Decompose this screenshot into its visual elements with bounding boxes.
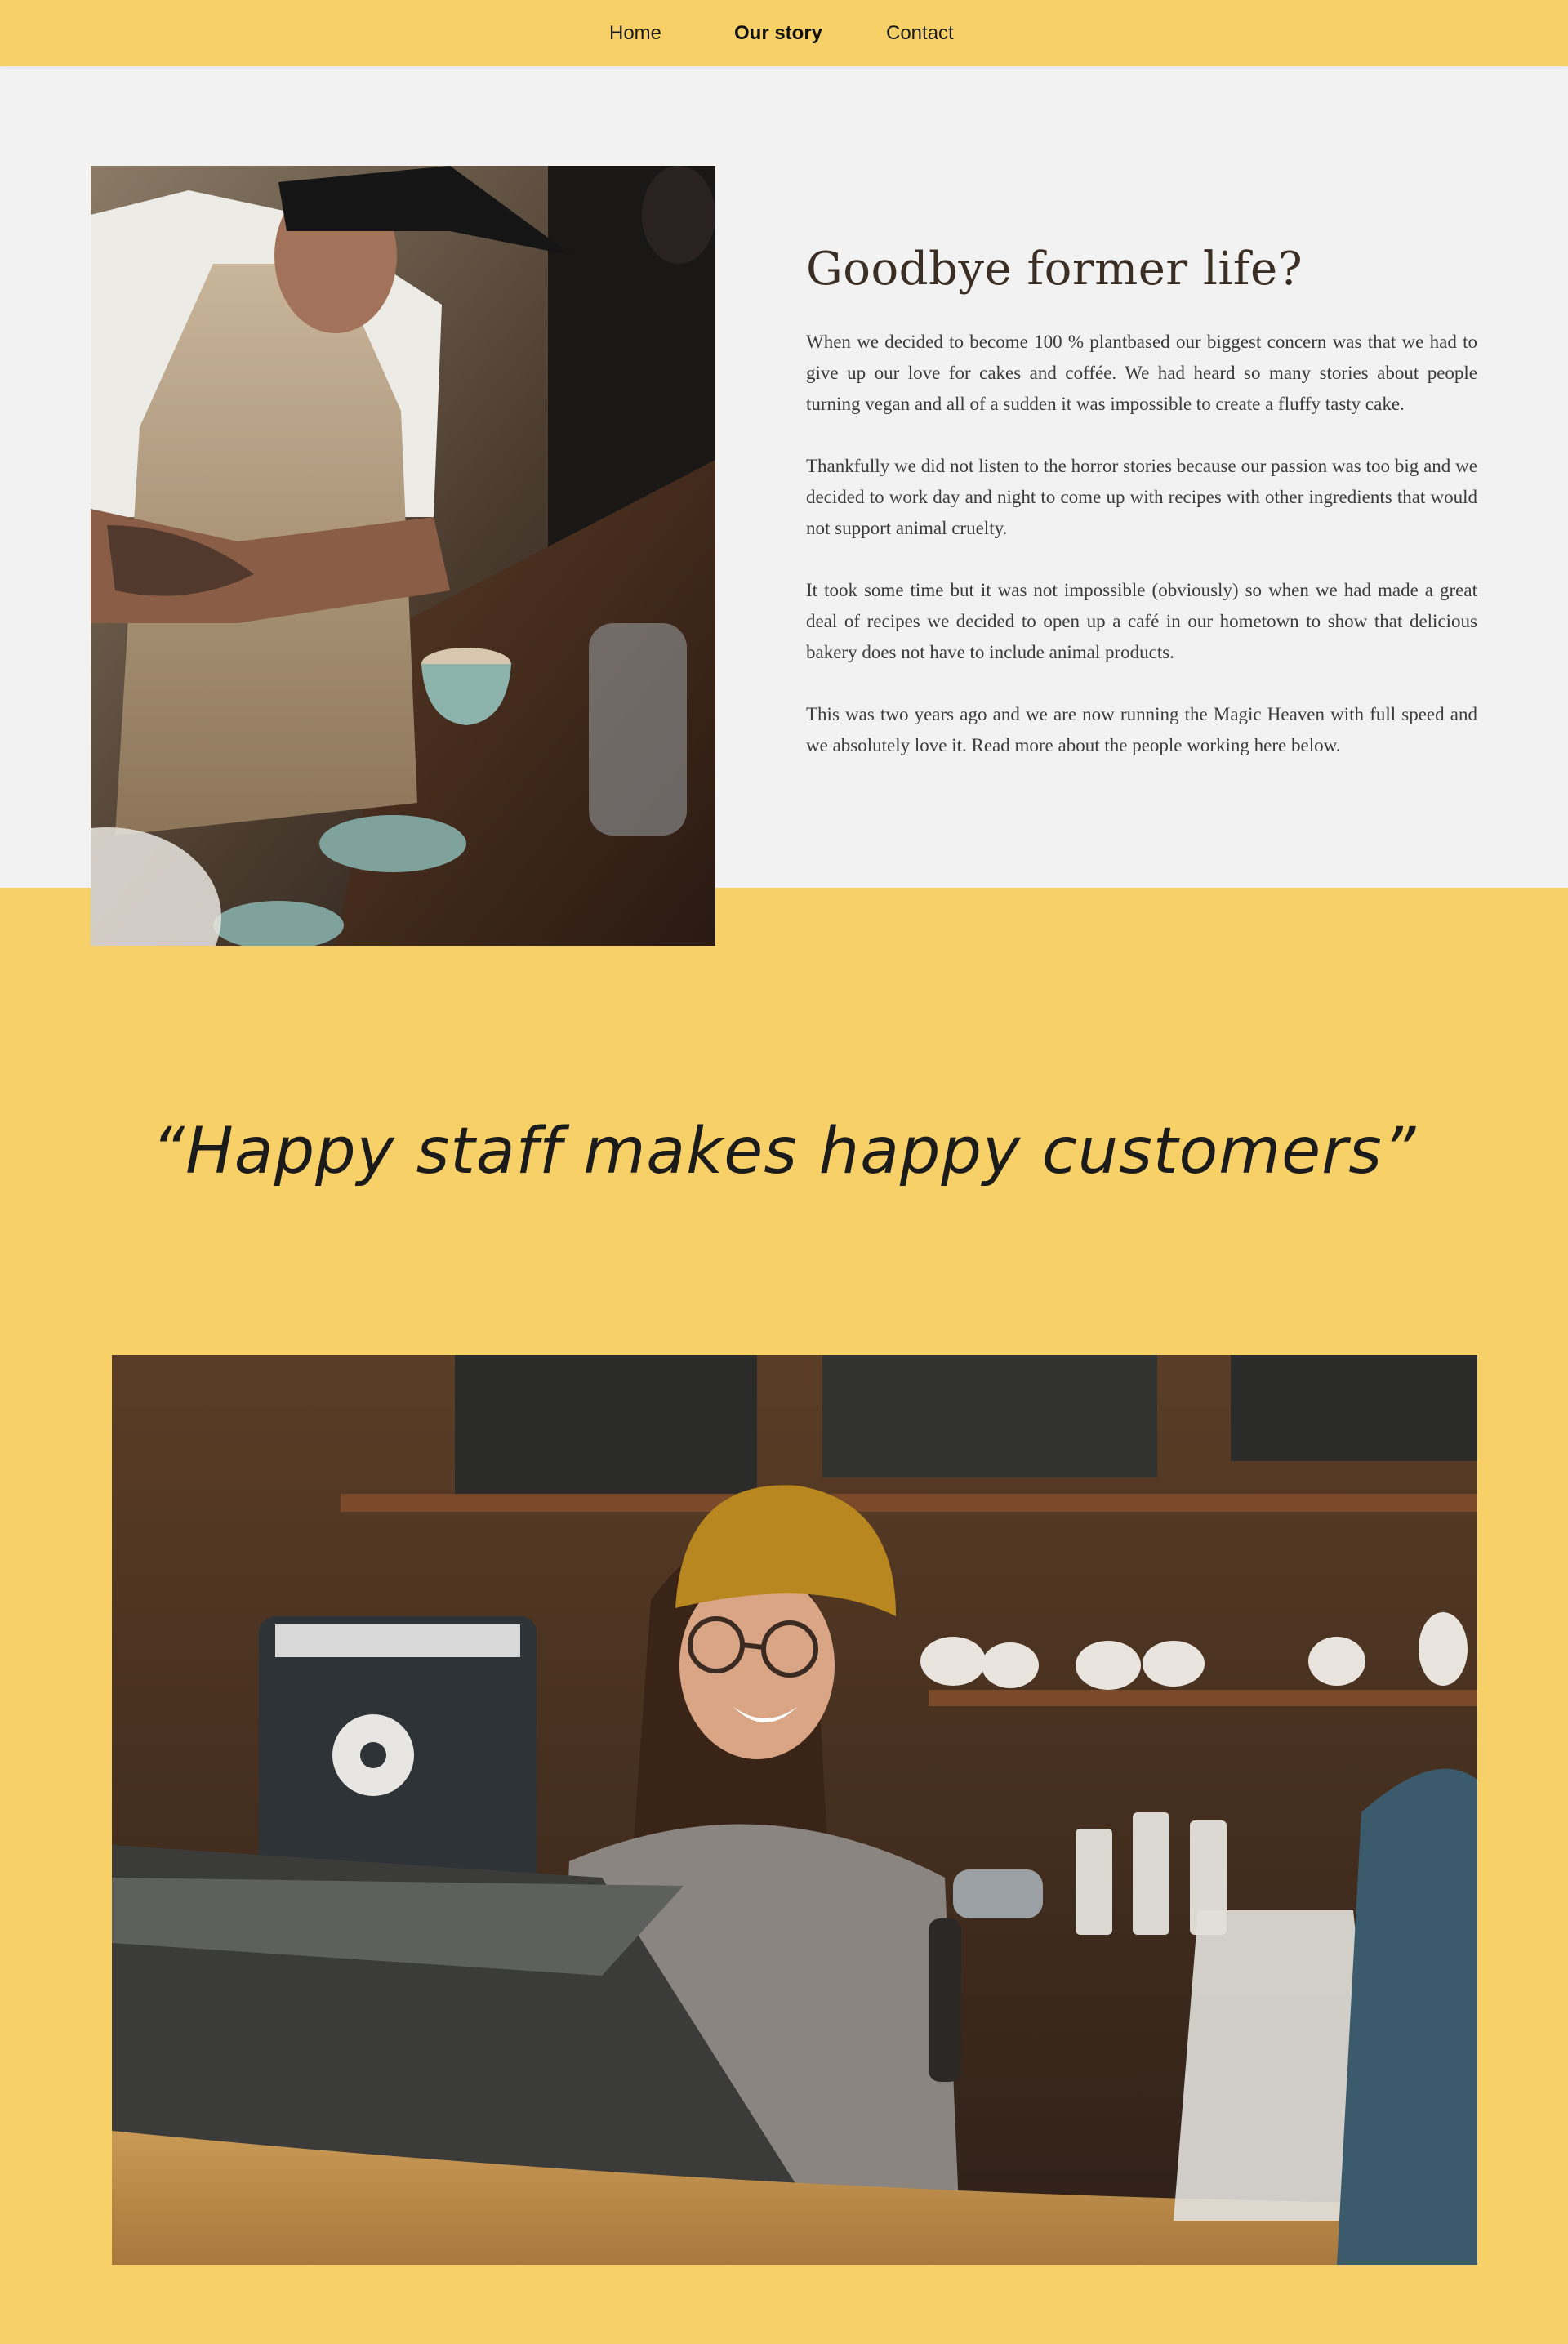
story-paragraph-2: Thankfully we did not listen to the horr…: [806, 456, 1477, 538]
top-navigation: Home Our story Contact: [0, 0, 1568, 66]
nav-link-contact[interactable]: Contact: [886, 21, 954, 46]
story-paragraph-1: When we decided to become 100 % plantbas…: [806, 332, 1477, 414]
nav-link-home[interactable]: Home: [609, 21, 662, 46]
cashier-photo: [112, 1355, 1477, 2265]
barista-photo: [91, 166, 715, 946]
nav-link-our-story[interactable]: Our story: [734, 21, 822, 46]
story-paragraph-3: It took some time but it was not impossi…: [806, 580, 1477, 662]
story-heading: Goodbye former life?: [806, 243, 1303, 296]
story-paragraph-4: This was two years ago and we are now ru…: [806, 704, 1477, 755]
story-text-block: Goodbye former life? When we decided to …: [806, 237, 1477, 792]
quote-text: “Happy staff makes happy customers”: [151, 1115, 1417, 1188]
